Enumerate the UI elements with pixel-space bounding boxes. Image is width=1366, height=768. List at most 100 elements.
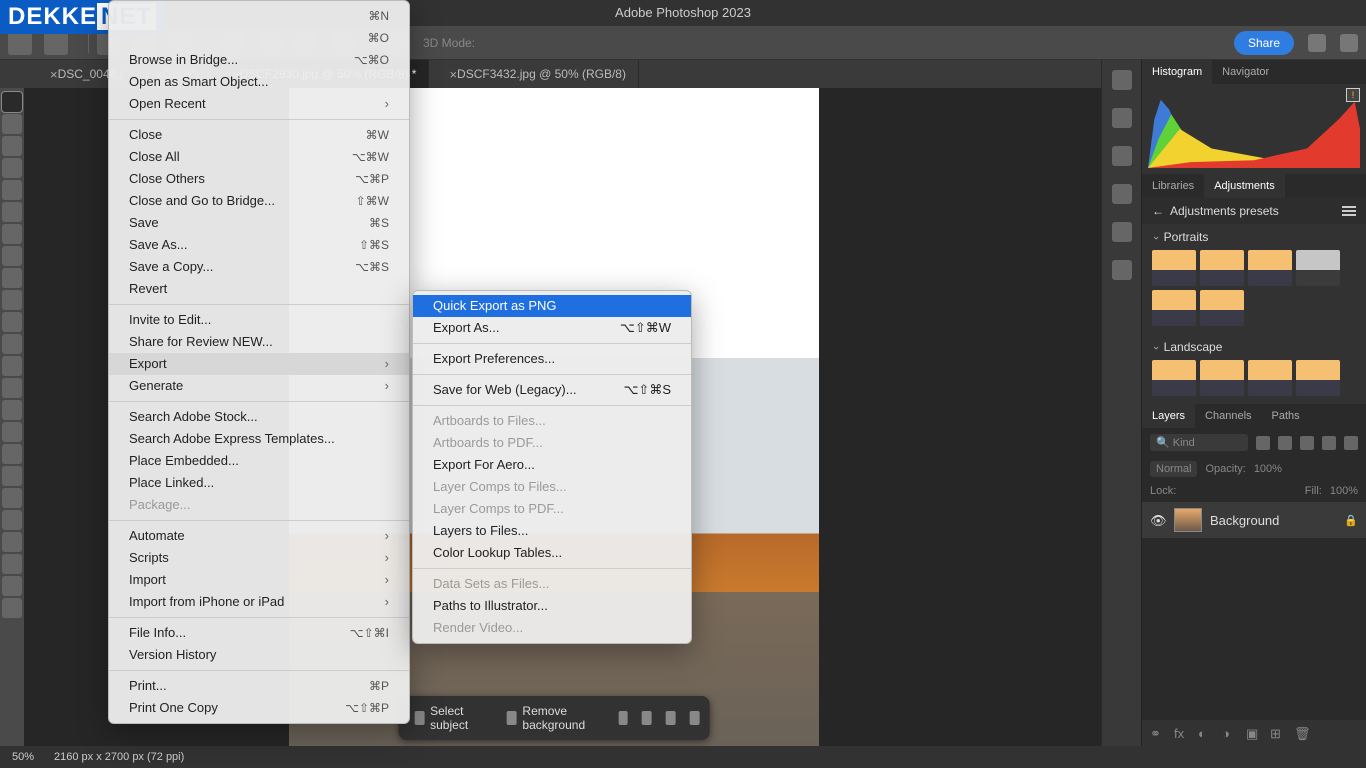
menu-item[interactable]: Close All⌥⌘W — [109, 146, 409, 168]
menu-item[interactable]: Quick Export as PNG — [413, 295, 691, 317]
tool-icon[interactable] — [2, 444, 22, 464]
tab-libraries[interactable]: Libraries — [1142, 174, 1204, 198]
search-icon[interactable] — [1308, 34, 1326, 52]
filter-image-icon[interactable] — [1256, 436, 1270, 450]
tab-histogram[interactable]: Histogram — [1142, 60, 1212, 84]
adjust-icon[interactable] — [1112, 70, 1132, 90]
menu-item[interactable]: Invite to Edit... — [109, 309, 409, 331]
collapse-icon[interactable] — [690, 711, 700, 725]
preset-thumb[interactable] — [1200, 360, 1244, 396]
tool-icon[interactable] — [2, 422, 22, 442]
tool-icon[interactable] — [2, 180, 22, 200]
document-tab[interactable]: ×DSCF3432.jpg @ 50% (RGB/8) — [429, 60, 639, 88]
panel-menu-icon[interactable] — [1342, 206, 1356, 216]
menu-item[interactable]: Automate› — [109, 525, 409, 547]
tool-icon[interactable] — [2, 312, 22, 332]
tool-icon[interactable] — [2, 246, 22, 266]
filter-smart-icon[interactable] — [1344, 436, 1358, 450]
section-landscape[interactable]: Landscape — [1142, 334, 1366, 360]
opacity-value[interactable]: 100% — [1254, 463, 1282, 475]
menu-item[interactable]: Layers to Files... — [413, 520, 691, 542]
preset-thumb[interactable] — [1152, 290, 1196, 326]
menu-item[interactable]: Generate› — [109, 375, 409, 397]
preset-thumb[interactable] — [1248, 250, 1292, 286]
layer-name[interactable]: Background — [1210, 513, 1279, 528]
layer-kind-filter[interactable]: 🔍 Kind — [1150, 434, 1248, 451]
menu-item[interactable]: Browse in Bridge...⌥⌘O — [109, 49, 409, 71]
tool-icon[interactable] — [2, 488, 22, 508]
menu-item[interactable]: Revert — [109, 278, 409, 300]
tab-layers[interactable]: Layers — [1142, 404, 1195, 428]
layer-mask-icon[interactable]: ◐ — [1198, 726, 1212, 740]
tool-icon[interactable] — [2, 532, 22, 552]
lock-position-icon[interactable] — [1224, 485, 1236, 497]
tool-icon[interactable] — [2, 510, 22, 530]
menu-item[interactable]: Print...⌘P — [109, 675, 409, 697]
grid-icon[interactable] — [1112, 184, 1132, 204]
menu-item[interactable]: Export› — [109, 353, 409, 375]
menu-item[interactable]: Export As...⌥⇧⌘W — [413, 317, 691, 339]
tool-icon[interactable] — [2, 400, 22, 420]
tool-icon[interactable] — [2, 202, 22, 222]
new-layer-icon[interactable]: ⊞ — [1270, 726, 1284, 740]
tool-icon[interactable] — [2, 576, 22, 596]
preset-thumb[interactable] — [1152, 360, 1196, 396]
menu-item[interactable]: Save As...⇧⌘S — [109, 234, 409, 256]
menu-item[interactable]: Close⌘W — [109, 124, 409, 146]
blend-mode-select[interactable]: Normal — [1150, 461, 1197, 477]
menu-item[interactable]: Place Linked... — [109, 472, 409, 494]
section-portraits[interactable]: Portraits — [1142, 224, 1366, 250]
menu-item[interactable]: Color Lookup Tables... — [413, 542, 691, 564]
tool-icon[interactable] — [2, 356, 22, 376]
preset-thumb[interactable] — [1248, 360, 1292, 396]
tool-icon[interactable] — [2, 334, 22, 354]
tool-icon[interactable] — [2, 598, 22, 618]
menu-item[interactable]: ⌘N — [109, 5, 409, 27]
menu-item[interactable]: Save⌘S — [109, 212, 409, 234]
close-icon[interactable]: × — [50, 67, 58, 82]
menu-item[interactable]: ⌘O — [109, 27, 409, 49]
filter-type-icon[interactable] — [1300, 436, 1314, 450]
back-arrow-icon[interactable]: ← — [1152, 204, 1164, 218]
menu-item[interactable]: File Info...⌥⇧⌘I — [109, 622, 409, 644]
tool-icon[interactable] — [2, 466, 22, 486]
move-tool-icon[interactable] — [44, 31, 68, 55]
tool-icon[interactable] — [2, 224, 22, 244]
visibility-toggle-icon[interactable]: 👁 — [1150, 513, 1164, 527]
menu-item[interactable]: Place Embedded... — [109, 450, 409, 472]
menu-item[interactable]: Import from iPhone or iPad› — [109, 591, 409, 613]
swatches-icon[interactable] — [1112, 146, 1132, 166]
layer-thumbnail[interactable] — [1174, 508, 1202, 532]
tool-icon[interactable] — [2, 114, 22, 134]
group-icon[interactable]: ▣ — [1246, 726, 1260, 740]
zoom-level[interactable]: 50% — [12, 751, 34, 763]
filter-shape-icon[interactable] — [1322, 436, 1336, 450]
export-submenu[interactable]: Quick Export as PNGExport As...⌥⇧⌘WExpor… — [412, 290, 692, 644]
preset-thumb[interactable] — [1152, 250, 1196, 286]
lock-all-icon[interactable] — [1264, 485, 1276, 497]
tool-icon[interactable] — [2, 92, 22, 112]
tool-icon[interactable] — [2, 268, 22, 288]
link-layers-icon[interactable]: ⚭ — [1150, 726, 1164, 740]
delete-icon[interactable]: 🗑 — [1294, 726, 1308, 740]
lock-icon[interactable]: 🔒 — [1344, 514, 1358, 527]
home-icon[interactable] — [8, 31, 32, 55]
share-button[interactable]: Share — [1234, 31, 1294, 55]
lock-paint-icon[interactable] — [1204, 485, 1216, 497]
filter-adjust-icon[interactable] — [1278, 436, 1292, 450]
remove-background-button[interactable]: Remove background — [501, 702, 604, 734]
tab-navigator[interactable]: Navigator — [1212, 60, 1279, 84]
more-icon[interactable] — [666, 711, 676, 725]
warning-icon[interactable]: ! — [1346, 88, 1360, 102]
info-icon[interactable] — [1112, 108, 1132, 128]
close-icon[interactable]: × — [449, 67, 457, 82]
tab-paths[interactable]: Paths — [1262, 404, 1310, 428]
menu-item[interactable]: Scripts› — [109, 547, 409, 569]
tool-icon[interactable] — [2, 554, 22, 574]
tool-icon[interactable] — [2, 290, 22, 310]
menu-item[interactable]: Close and Go to Bridge...⇧⌘W — [109, 190, 409, 212]
menu-item[interactable]: Paths to Illustrator... — [413, 595, 691, 617]
menu-item[interactable]: Save a Copy...⌥⌘S — [109, 256, 409, 278]
tool-icon[interactable] — [2, 158, 22, 178]
preset-thumb[interactable] — [1296, 360, 1340, 396]
